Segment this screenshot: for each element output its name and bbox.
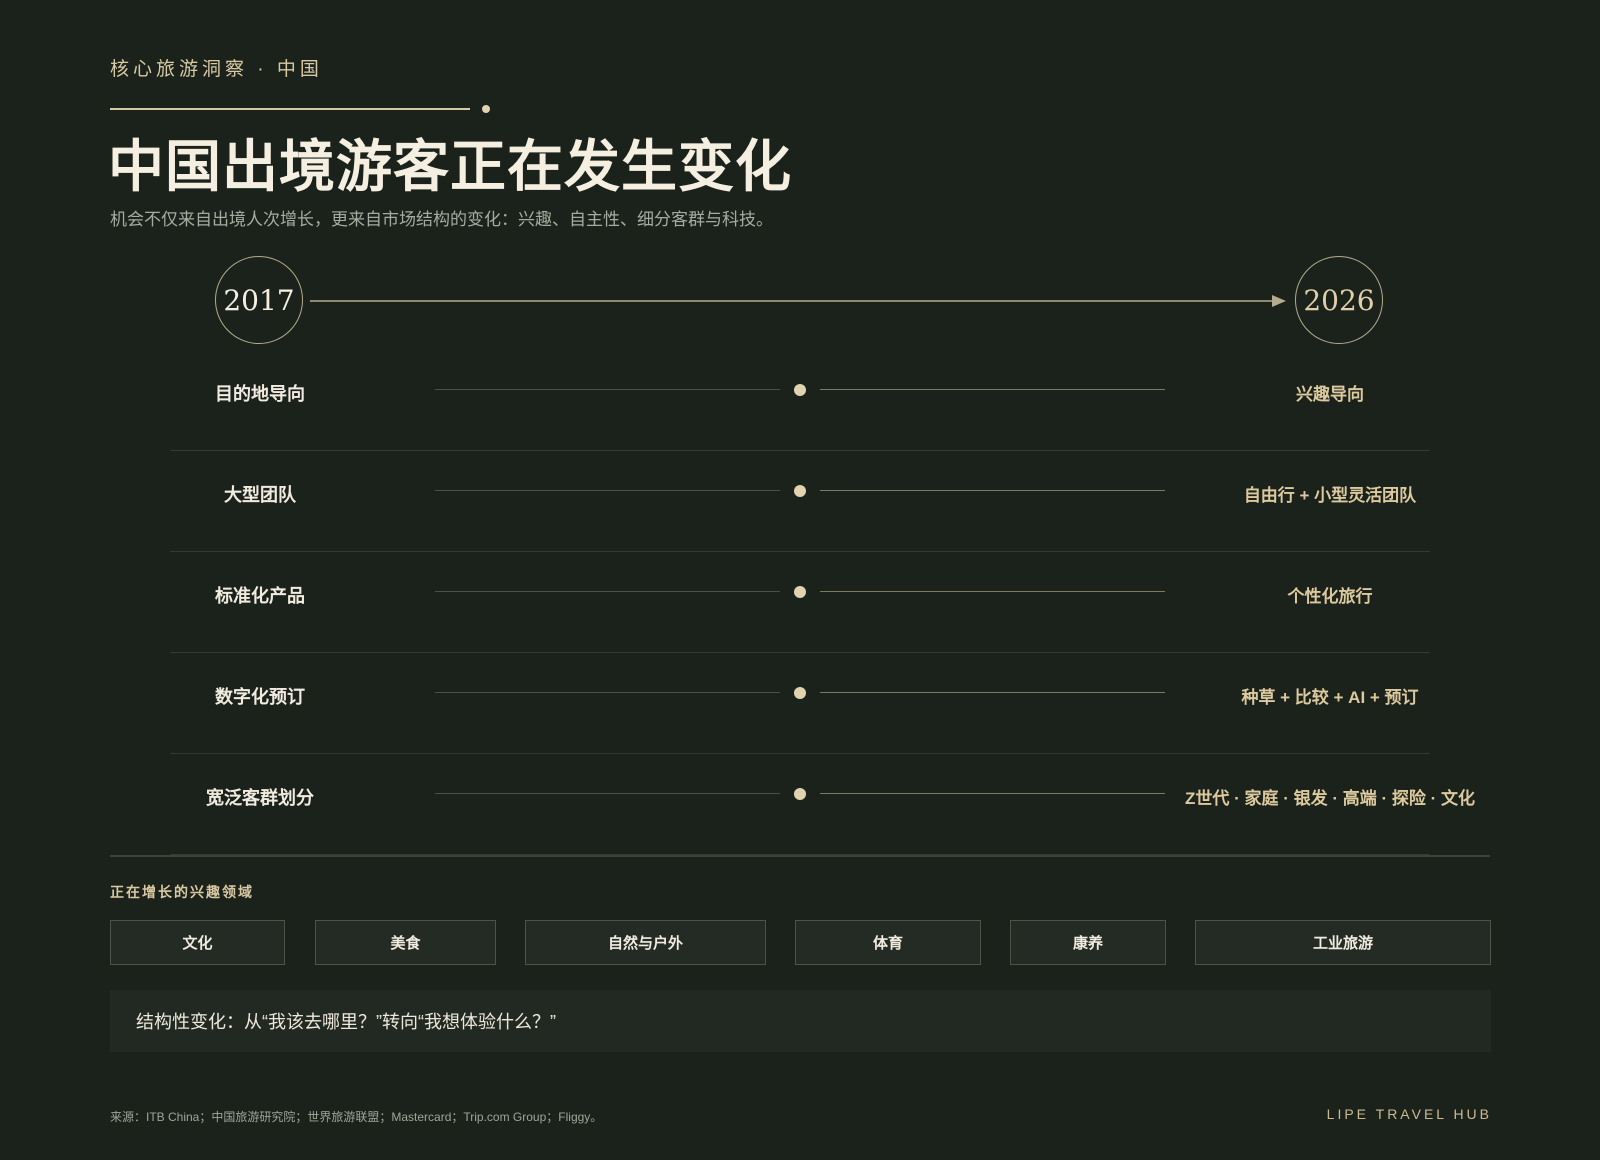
connector-dot — [794, 687, 806, 699]
connector-line-left — [435, 692, 780, 693]
end-year-badge: 2026 — [1295, 256, 1383, 344]
connector-dot — [794, 788, 806, 800]
connector-dot — [794, 586, 806, 598]
start-year-badge: 2017 — [215, 256, 303, 344]
connector-line-right — [820, 389, 1165, 390]
comparison-row: 目的地导向 兴趣导向 — [170, 350, 1430, 451]
callout-box: 结构性变化：从“我该去哪里？”转向“我想体验什么？” — [110, 990, 1491, 1052]
connector-line-right — [820, 692, 1165, 693]
comparison-row: 标准化产品 个性化旅行 — [170, 552, 1430, 653]
page-subtitle: 机会不仅来自出境人次增长，更来自市场结构的变化：兴趣、自主性、细分客群与科技。 — [110, 210, 773, 229]
connector-dot — [794, 384, 806, 396]
source-note: 来源：ITB China；中国旅游研究院；世界旅游联盟；Mastercard；T… — [110, 1110, 603, 1124]
comparison-row: 大型团队 自由行 + 小型灵活团队 — [170, 451, 1430, 552]
timeline-arrow — [310, 295, 1286, 307]
page: 核心旅游洞察 · 中国 中国出境游客正在发生变化 机会不仅来自出境人次增长，更来… — [0, 0, 1600, 1160]
callout-text: 结构性变化：从“我该去哪里？”转向“我想体验什么？” — [136, 1012, 556, 1032]
from-label: 大型团队 — [224, 485, 296, 505]
connector-line-left — [435, 389, 780, 390]
interest-tag: 美食 — [315, 920, 496, 965]
connector-line-right — [820, 490, 1165, 491]
interest-tag: 自然与户外 — [525, 920, 766, 965]
page-title: 中国出境游客正在发生变化 — [108, 134, 792, 200]
from-label: 数字化预订 — [215, 687, 305, 707]
to-label: 自由行 + 小型灵活团队 — [1243, 486, 1417, 505]
to-label: 个性化旅行 — [1287, 587, 1373, 606]
to-label: Z世代 · 家庭 · 银发 · 高端 · 探险 · 文化 — [1185, 789, 1475, 808]
from-label: 标准化产品 — [215, 586, 305, 606]
connector-line-right — [820, 793, 1165, 794]
eyebrow-label: 核心旅游洞察 · 中国 — [110, 59, 323, 80]
connector-line-right — [820, 591, 1165, 592]
title-dot — [482, 105, 490, 113]
connector-line-left — [435, 591, 780, 592]
interests-label: 正在增长的兴趣领域 — [110, 884, 254, 900]
interest-tags: 文化 美食 自然与户外 体育 康养 工业旅游 — [110, 920, 1491, 965]
interest-tag: 文化 — [110, 920, 285, 965]
comparison-row: 数字化预订 种草 + 比较 + AI + 预订 — [170, 653, 1430, 754]
connector-line-left — [435, 793, 780, 794]
title-rule — [110, 108, 470, 110]
from-label: 目的地导向 — [215, 384, 305, 404]
interest-tag: 工业旅游 — [1195, 920, 1491, 965]
connector-line-left — [435, 490, 780, 491]
comparison-row: 宽泛客群划分 Z世代 · 家庭 · 银发 · 高端 · 探险 · 文化 — [170, 754, 1475, 855]
interest-tag: 体育 — [795, 920, 981, 965]
connector-dot — [794, 485, 806, 497]
comparison-list: 目的地导向 兴趣导向 大型团队 自由行 + 小型灵活团队 标准化产品 个性化旅行… — [170, 350, 1475, 855]
brand-mark: LIPE TRAVEL HUB — [1326, 1106, 1492, 1122]
section-divider — [110, 855, 1490, 857]
interest-tag: 康养 — [1010, 920, 1166, 965]
from-label: 宽泛客群划分 — [206, 788, 314, 808]
to-label: 兴趣导向 — [1296, 385, 1364, 404]
to-label: 种草 + 比较 + AI + 预订 — [1241, 688, 1419, 707]
